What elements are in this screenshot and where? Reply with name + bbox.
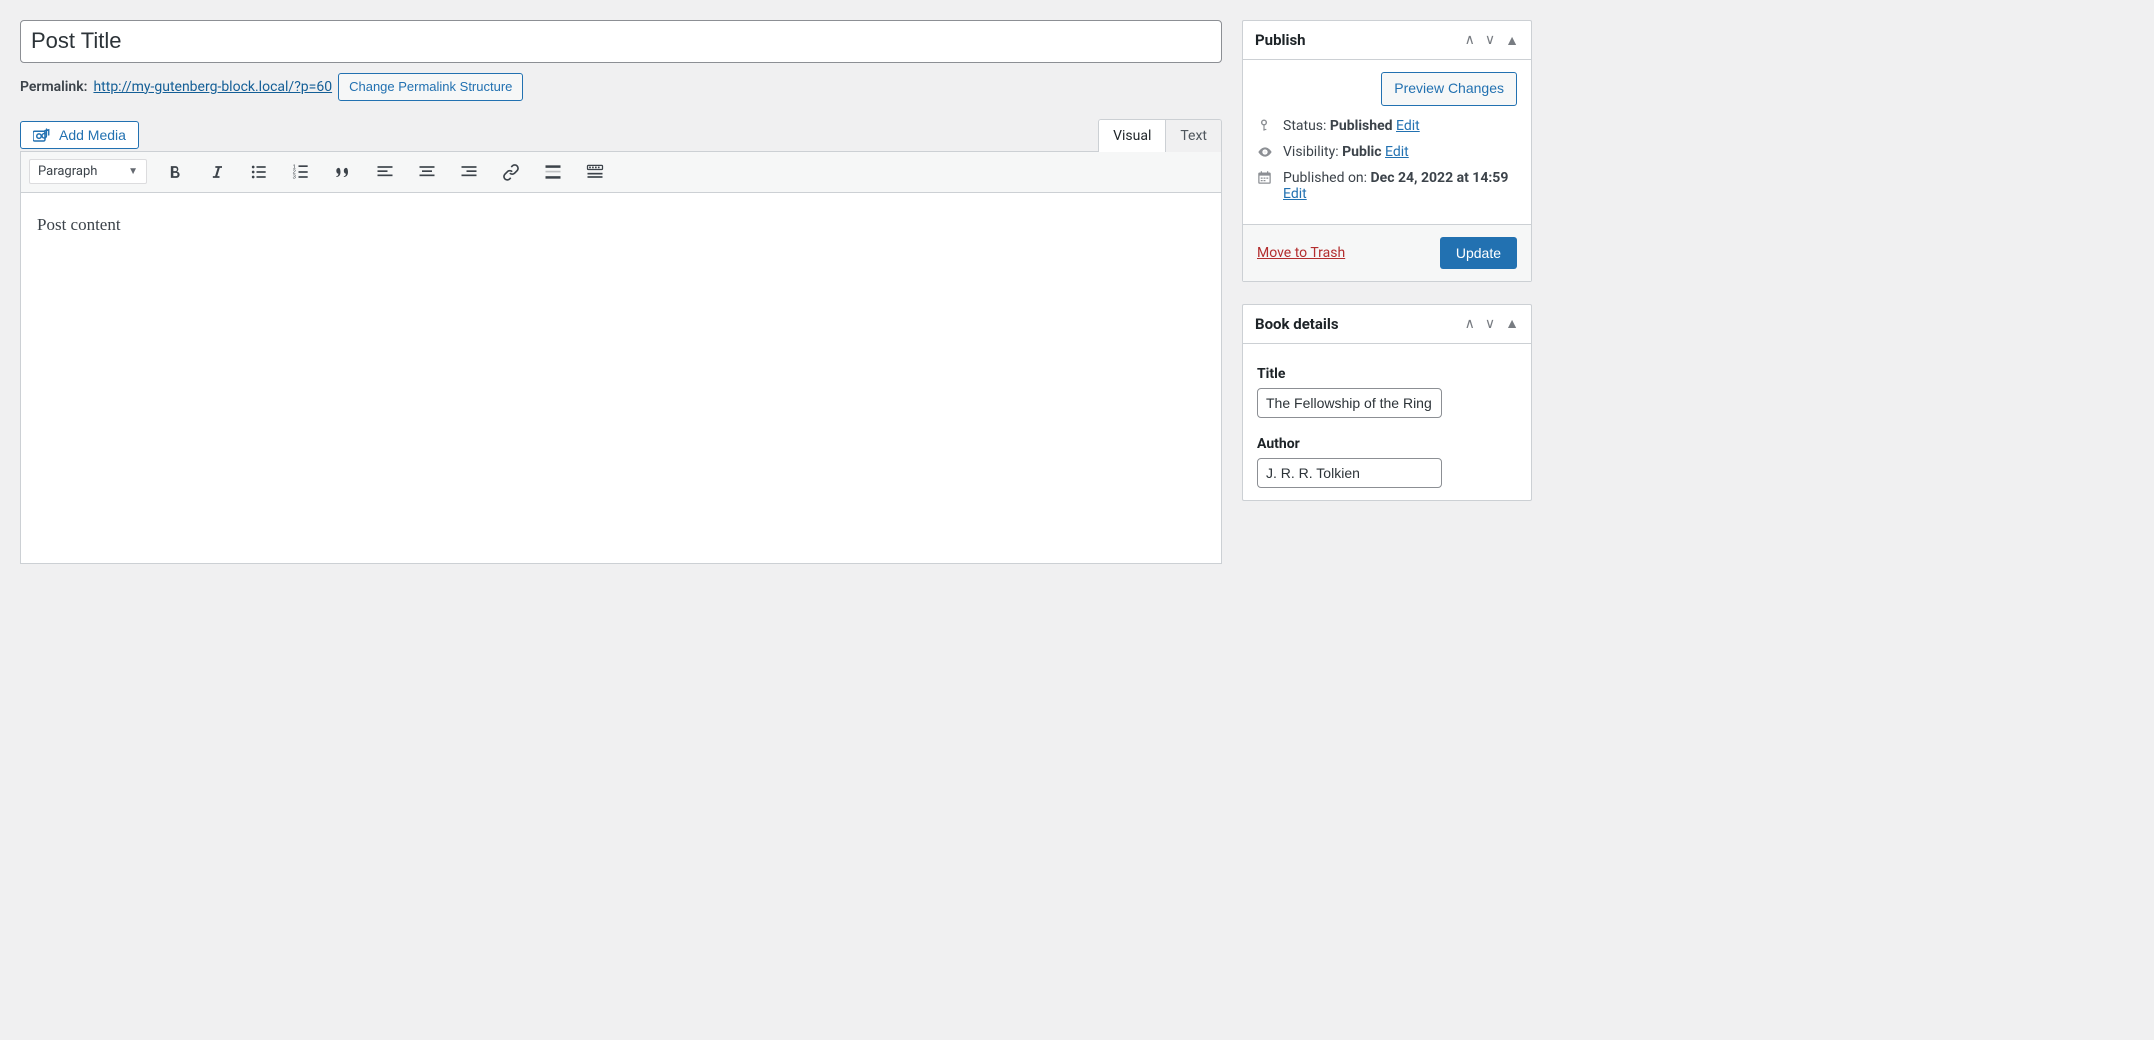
panel-toggle-icon[interactable]: ▲	[1505, 32, 1519, 49]
link-button[interactable]	[497, 158, 525, 186]
published-label: Published on:	[1283, 170, 1367, 186]
book-title-input[interactable]	[1257, 388, 1442, 418]
editor-content[interactable]: Post content	[21, 193, 1221, 563]
visibility-edit-link[interactable]: Edit	[1385, 144, 1409, 160]
publish-panel-header: Publish ∧ ∨ ▲	[1243, 21, 1531, 60]
published-edit-link[interactable]: Edit	[1283, 186, 1307, 202]
preview-changes-button[interactable]: Preview Changes	[1381, 72, 1517, 106]
panel-toggle-icon[interactable]: ▲	[1505, 315, 1519, 332]
calendar-icon	[1257, 170, 1273, 185]
key-icon	[1257, 118, 1273, 134]
svg-text:3: 3	[293, 174, 296, 180]
published-value: Dec 24, 2022 at 14:59	[1371, 170, 1509, 186]
panel-move-up-icon[interactable]: ∧	[1465, 32, 1475, 48]
bold-button[interactable]	[161, 158, 189, 186]
editor-container: Paragraph ▼ 123	[20, 151, 1222, 564]
panel-move-down-icon[interactable]: ∨	[1485, 316, 1495, 332]
read-more-button[interactable]	[539, 158, 567, 186]
post-title-input[interactable]	[20, 20, 1222, 63]
book-author-label: Author	[1257, 436, 1517, 452]
align-left-button[interactable]	[371, 158, 399, 186]
publish-panel: Publish ∧ ∨ ▲ Preview Changes Status:	[1242, 20, 1532, 282]
panel-move-up-icon[interactable]: ∧	[1465, 316, 1475, 332]
toolbar-toggle-button[interactable]	[581, 158, 609, 186]
editor-toolbar: Paragraph ▼ 123	[21, 152, 1221, 193]
editor-tabs: Visual Text	[1098, 119, 1222, 152]
italic-button[interactable]	[203, 158, 231, 186]
permalink-row: Permalink: http://my-gutenberg-block.loc…	[20, 73, 1222, 101]
permalink-label: Permalink:	[20, 79, 87, 95]
panel-move-down-icon[interactable]: ∨	[1485, 32, 1495, 48]
tab-text[interactable]: Text	[1165, 120, 1221, 152]
status-edit-link[interactable]: Edit	[1396, 118, 1420, 134]
book-title-label: Title	[1257, 366, 1517, 382]
book-details-panel-title: Book details	[1255, 315, 1339, 333]
chevron-down-icon: ▼	[128, 166, 138, 177]
change-permalink-button[interactable]: Change Permalink Structure	[338, 73, 523, 101]
move-to-trash-link[interactable]: Move to Trash	[1257, 245, 1345, 261]
tab-visual[interactable]: Visual	[1099, 120, 1165, 152]
eye-icon	[1257, 144, 1273, 160]
format-selector[interactable]: Paragraph ▼	[29, 159, 147, 184]
bulleted-list-button[interactable]	[245, 158, 273, 186]
book-details-panel-header: Book details ∧ ∨ ▲	[1243, 305, 1531, 344]
add-media-label: Add Media	[59, 127, 126, 143]
publish-panel-title: Publish	[1255, 31, 1306, 49]
add-media-button[interactable]: Add Media	[20, 121, 139, 149]
status-label: Status:	[1283, 118, 1326, 134]
align-center-button[interactable]	[413, 158, 441, 186]
status-value: Published	[1330, 118, 1393, 134]
permalink-link[interactable]: http://my-gutenberg-block.local/?p=60	[93, 79, 332, 95]
visibility-label: Visibility:	[1283, 144, 1339, 160]
visibility-value: Public	[1342, 144, 1381, 160]
book-details-panel: Book details ∧ ∨ ▲ Title Author	[1242, 304, 1532, 501]
align-right-button[interactable]	[455, 158, 483, 186]
format-selector-label: Paragraph	[38, 164, 97, 179]
camera-music-icon	[33, 127, 51, 143]
blockquote-button[interactable]	[329, 158, 357, 186]
update-button[interactable]: Update	[1440, 237, 1517, 269]
numbered-list-button[interactable]: 123	[287, 158, 315, 186]
book-author-input[interactable]	[1257, 458, 1442, 488]
